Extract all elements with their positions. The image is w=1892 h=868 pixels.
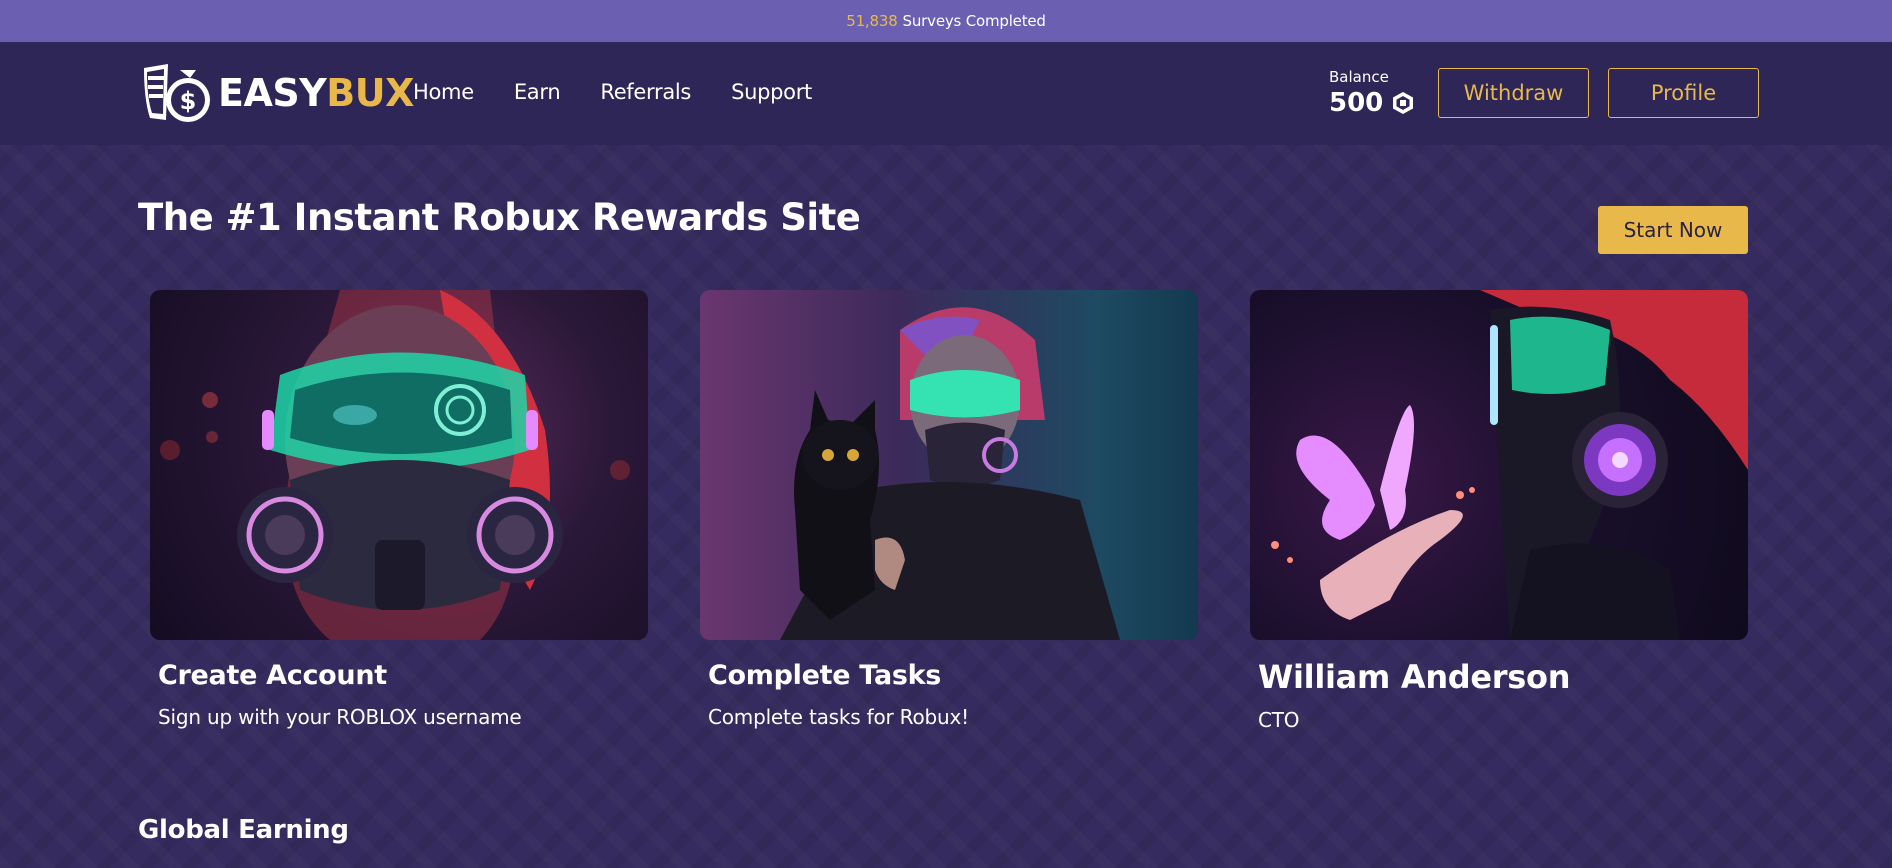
- card-subtitle: Sign up with your ROBLOX username: [158, 705, 522, 729]
- card-complete-tasks[interactable]: Complete Tasks Complete tasks for Robux!: [700, 290, 1198, 729]
- card-william-anderson[interactable]: William Anderson CTO: [1250, 290, 1748, 732]
- card-subtitle: CTO: [1258, 708, 1300, 732]
- card-title: Complete Tasks: [708, 660, 942, 691]
- cyberpunk-girl-gas-mask-image: [150, 290, 648, 640]
- navbar: $ EASYBUX Home Earn Referrals Support Ba…: [0, 42, 1892, 145]
- logo-text: EASYBUX: [218, 71, 414, 115]
- withdraw-button[interactable]: Withdraw: [1438, 68, 1589, 118]
- robux-icon: [1393, 92, 1414, 114]
- card-title: William Anderson: [1258, 658, 1571, 696]
- card-subtitle: Complete tasks for Robux!: [708, 705, 969, 729]
- balance-value: 500: [1329, 88, 1384, 118]
- profile-button[interactable]: Profile: [1608, 68, 1759, 118]
- surveys-banner: 51,838 Surveys Completed: [0, 0, 1892, 42]
- balance-label: Balance: [1329, 68, 1389, 86]
- main-nav: Home Earn Referrals Support: [413, 80, 852, 104]
- logo[interactable]: $ EASYBUX: [138, 60, 414, 126]
- nav-link-earn[interactable]: Earn: [514, 80, 561, 104]
- logo-text-easy: EASY: [218, 71, 327, 115]
- surveys-text: Surveys Completed: [902, 12, 1046, 30]
- balance-display: Balance 500: [1329, 68, 1415, 118]
- surveys-count: 51,838: [846, 12, 898, 30]
- cyberpunk-girl-with-black-cat-image: [700, 290, 1198, 640]
- nav-link-referrals[interactable]: Referrals: [600, 80, 691, 104]
- hero-title: The #1 Instant Robux Rewards Site: [138, 196, 861, 239]
- svg-text:$: $: [180, 87, 197, 115]
- start-now-button[interactable]: Start Now: [1598, 206, 1748, 254]
- money-bag-logo-icon: $: [144, 64, 210, 122]
- logo-text-bux: BUX: [326, 71, 414, 115]
- cyberpunk-girl-with-butterfly-image: [1250, 290, 1748, 640]
- card-create-account[interactable]: Create Account Sign up with your ROBLOX …: [150, 290, 648, 729]
- nav-link-home[interactable]: Home: [413, 80, 474, 104]
- card-title: Create Account: [158, 660, 387, 691]
- nav-link-support[interactable]: Support: [731, 80, 812, 104]
- global-earning-heading: Global Earning: [138, 815, 349, 845]
